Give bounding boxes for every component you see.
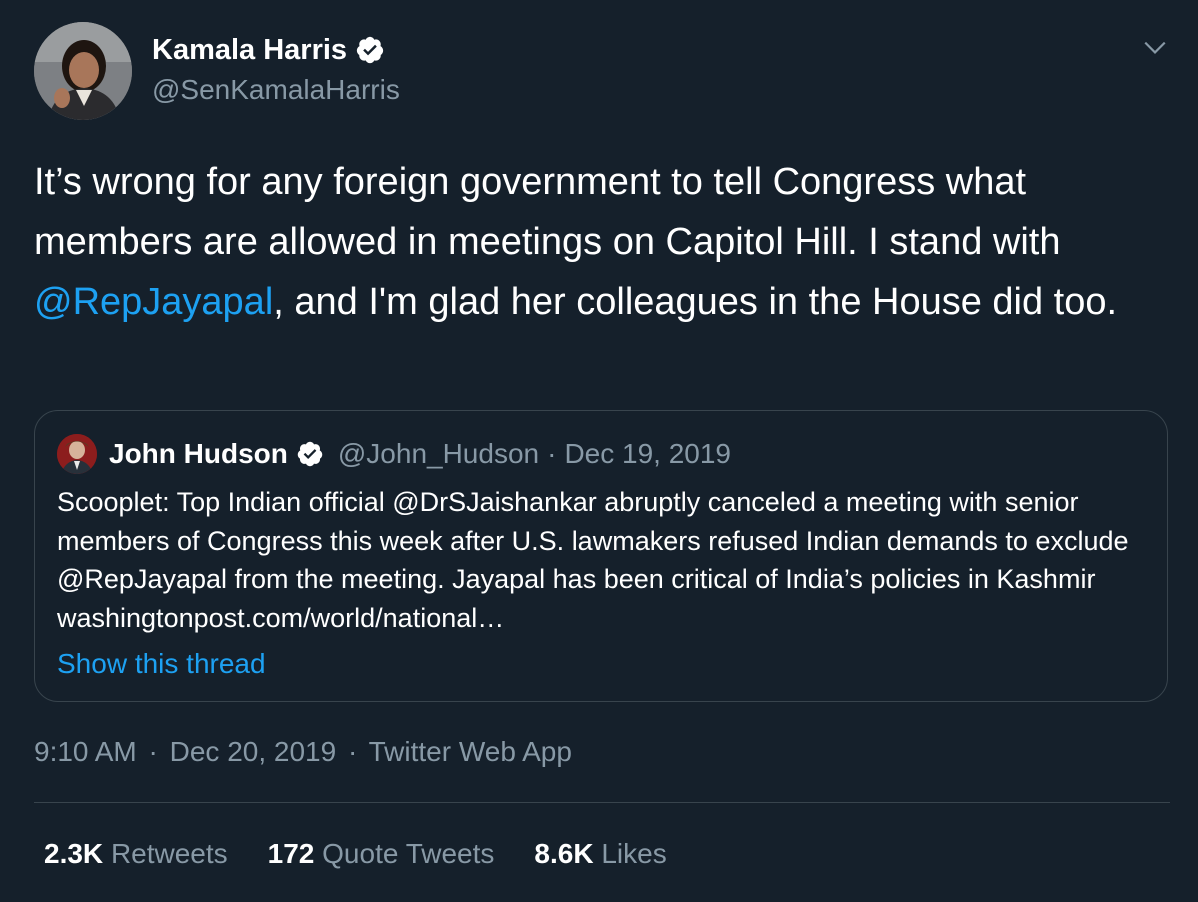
tweet-source[interactable]: Twitter Web App — [369, 736, 572, 767]
chevron-down-icon[interactable] — [1142, 34, 1168, 60]
verified-badge-icon — [356, 36, 384, 64]
tweet-time[interactable]: 9:10 AM — [34, 736, 137, 767]
show-thread-link[interactable]: Show this thread — [57, 645, 266, 683]
meta-separator: · — [547, 438, 557, 469]
quoted-tweet-date[interactable]: Dec 19, 2019 — [564, 438, 731, 470]
retweets-count: 2.3K — [44, 838, 104, 869]
quote-tweets-stat[interactable]: 172 Quote Tweets — [268, 834, 495, 874]
quote-tweets-label: Quote Tweets — [322, 838, 495, 869]
meta-separator: · — [347, 736, 358, 767]
tweet-text-part2: , and I'm glad her colleagues in the Hou… — [273, 281, 1118, 323]
verified-badge-icon — [297, 441, 323, 467]
author-handle[interactable]: @SenKamalaHarris — [152, 70, 400, 110]
retweets-label: Retweets — [110, 838, 228, 869]
divider — [34, 802, 1170, 803]
quoted-tweet-text: Scooplet: Top Indian official @DrSJaisha… — [57, 487, 1129, 633]
tweet-text-part1: It’s wrong for any foreign government to… — [34, 161, 1061, 263]
tweet-detail: Kamala Harris @SenKamalaHarris It’s wron… — [0, 0, 1198, 902]
likes-count: 8.6K — [534, 838, 594, 869]
mention-link[interactable]: @RepJayapal — [34, 281, 273, 323]
author-name[interactable]: Kamala Harris — [152, 30, 347, 70]
likes-stat[interactable]: 8.6K Likes — [534, 834, 666, 874]
profile-photo-icon — [57, 434, 97, 474]
quoted-author-avatar[interactable] — [57, 434, 97, 474]
quoted-tweet-header: John Hudson @John_Hudson · Dec 19, 2019 — [57, 433, 731, 475]
quoted-author-handle[interactable]: @John_Hudson — [338, 438, 539, 470]
tweet-timestamp: 9:10 AM · Dec 20, 2019 · Twitter Web App — [34, 732, 572, 772]
meta-separator: · — [148, 736, 158, 767]
retweets-stat[interactable]: 2.3K Retweets — [44, 834, 228, 874]
author-name-row: Kamala Harris — [152, 30, 400, 70]
quote-tweets-count: 172 — [267, 838, 315, 869]
likes-label: Likes — [601, 838, 667, 869]
engagement-stats: 2.3K Retweets 172 Quote Tweets 8.6K Like… — [44, 834, 707, 874]
profile-photo-icon — [34, 22, 132, 120]
quoted-tweet-card[interactable]: John Hudson @John_Hudson · Dec 19, 2019 … — [34, 410, 1168, 702]
tweet-date[interactable]: Dec 20, 2019 — [170, 736, 337, 767]
quoted-author-name[interactable]: John Hudson — [109, 438, 288, 470]
author-avatar[interactable] — [34, 22, 132, 120]
tweet-text: It’s wrong for any foreign government to… — [34, 152, 1154, 332]
author-block: Kamala Harris @SenKamalaHarris — [152, 30, 400, 110]
